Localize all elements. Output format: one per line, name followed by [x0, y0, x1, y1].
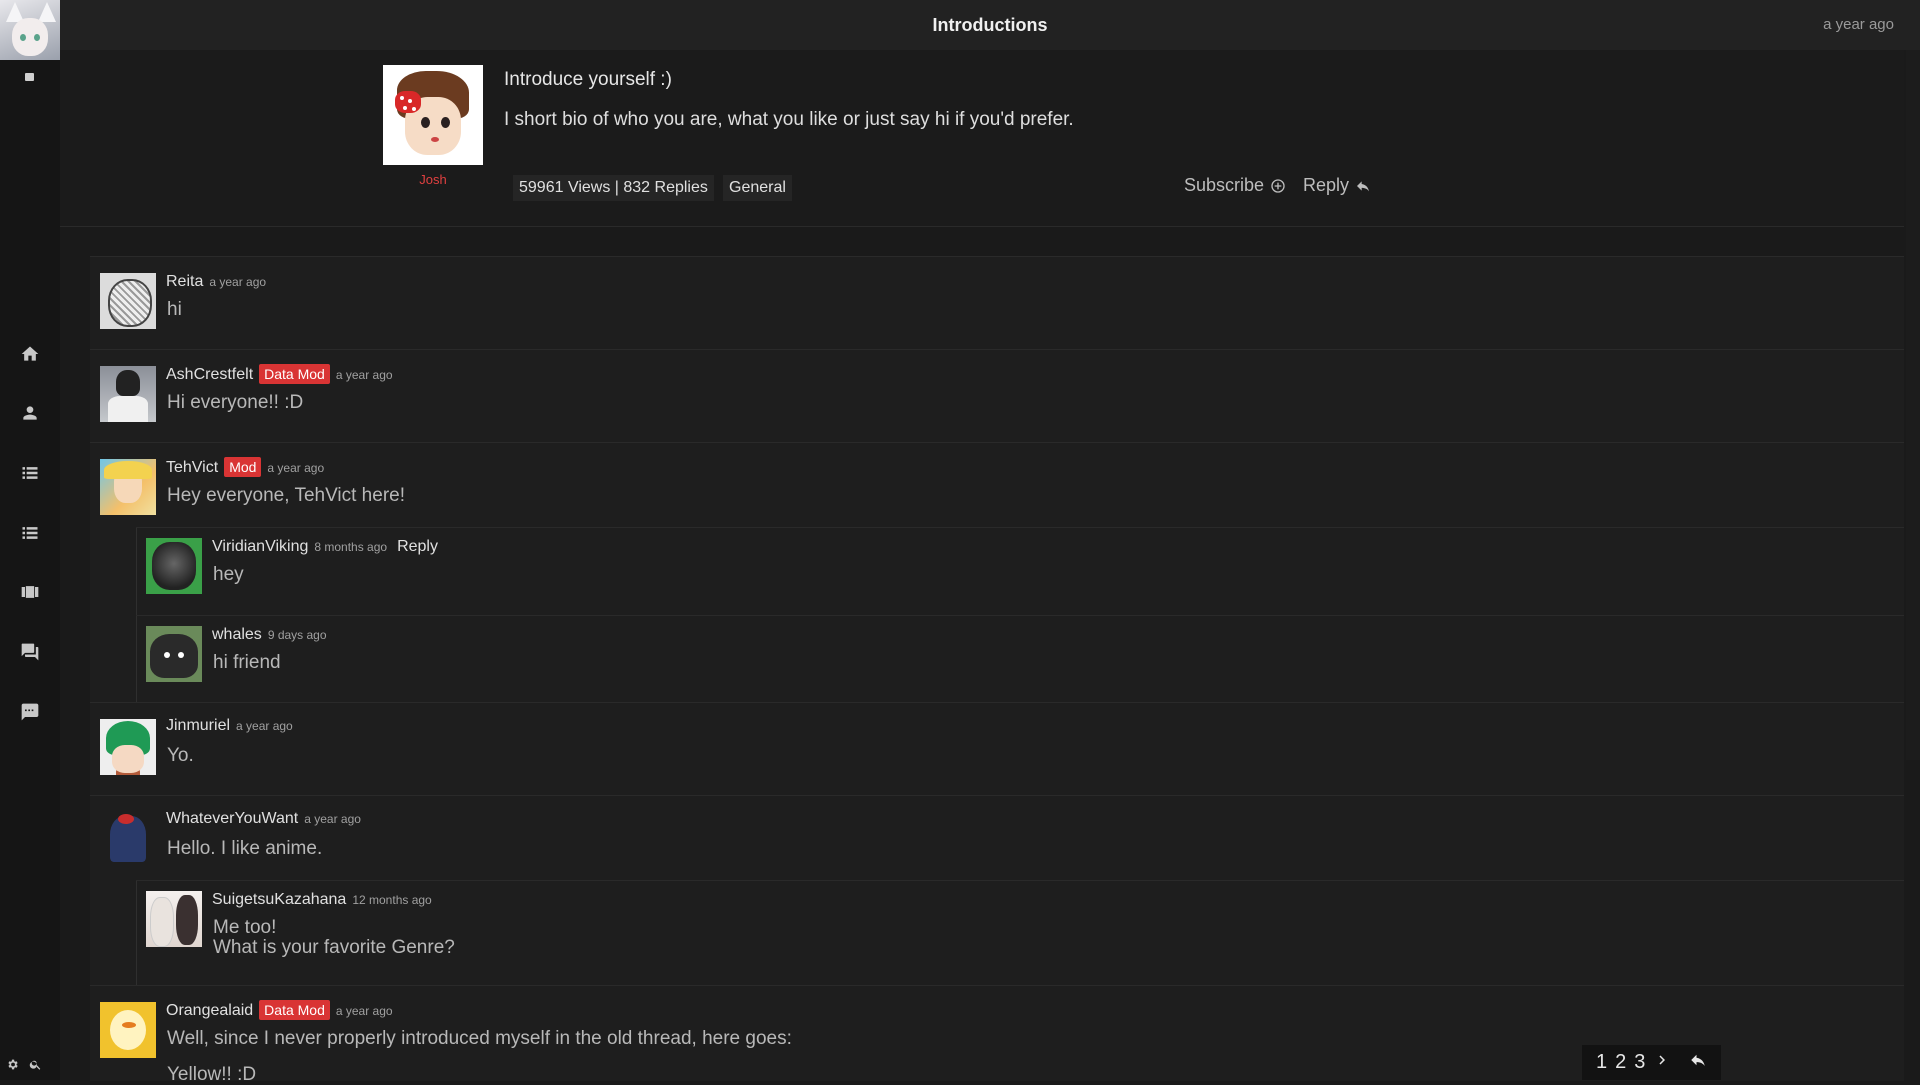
forum-icon[interactable] [18, 640, 42, 664]
comment-header: ViridianViking 8 months ago Reply [212, 538, 438, 556]
page-title: Introductions [932, 14, 1048, 35]
comment-author[interactable]: whales [212, 626, 262, 643]
comment-time: a year ago [209, 275, 267, 289]
next-page-icon[interactable] [1653, 1051, 1671, 1075]
comment-header: Orangealaid Data Mod a year ago [166, 1000, 393, 1020]
comment-header: Jinmuriel a year ago [166, 717, 293, 735]
comment-time: 8 months ago [314, 540, 388, 554]
avatar[interactable] [100, 719, 156, 775]
op-avatar[interactable] [383, 65, 483, 165]
comment: Jinmuriel a year ago Yo. [90, 702, 1904, 796]
comment-author[interactable]: SuigetsuKazahana [212, 891, 346, 908]
op-body: I short bio of who you are, what you lik… [504, 109, 1074, 130]
user-avatar[interactable] [0, 0, 60, 60]
comment-header: WhateverYouWant a year ago [166, 810, 361, 828]
op-category[interactable]: General [723, 175, 792, 201]
comment-header: TehVict Mod a year ago [166, 457, 324, 477]
reply-icon [1357, 180, 1370, 191]
reply-icon[interactable] [1689, 1051, 1707, 1075]
comment: Reita a year ago hi [90, 256, 1904, 350]
comment-thread: WhateverYouWant a year ago Hello. I like … [90, 795, 1904, 986]
avatar[interactable] [146, 891, 202, 947]
chat-icon[interactable] [18, 700, 42, 724]
comment-text: Hello. I like anime. [167, 838, 323, 859]
top-bar: Introductions a year ago [60, 0, 1920, 50]
comment-time: a year ago [304, 812, 361, 826]
comment-text: Me too! [213, 917, 277, 938]
reply-label: Reply [1303, 175, 1350, 195]
library-icon[interactable] [18, 580, 42, 604]
thread-time: a year ago [1823, 16, 1894, 33]
scrollbar[interactable] [1906, 50, 1920, 760]
reply-comment: ViridianViking 8 months ago Reply hey [136, 527, 1904, 616]
page-2[interactable]: 2 [1615, 1051, 1626, 1074]
home-icon[interactable] [18, 342, 42, 366]
comment-header: SuigetsuKazahana 12 months ago [212, 891, 432, 909]
subscribe-button[interactable]: Subscribe [1184, 175, 1286, 196]
role-badge: Data Mod [259, 364, 330, 384]
original-post: Josh Introduce yourself :) I short bio o… [60, 50, 1904, 227]
pagination: 1 2 3 [1582, 1045, 1722, 1080]
comment-time: a year ago [335, 368, 393, 382]
comment-text: Hi everyone!! :D [167, 392, 304, 413]
avatar[interactable] [100, 812, 156, 868]
comment-text: Well, since I never properly introduced … [167, 1028, 792, 1049]
sidebar [0, 0, 60, 1080]
search-icon[interactable] [29, 1058, 42, 1076]
comment-author[interactable]: ViridianViking [212, 538, 308, 555]
list-icon[interactable] [18, 461, 42, 485]
comment-text-line-2: What is your favorite Genre? [213, 937, 455, 958]
comment-text: hey [213, 564, 244, 585]
comment-text: hi friend [213, 652, 281, 673]
comment-author[interactable]: Orangealaid [166, 1002, 253, 1019]
comment-header: whales 9 days ago [212, 626, 327, 644]
reply-comment: whales 9 days ago hi friend [136, 615, 1904, 704]
reply-button[interactable]: Reply [1303, 175, 1371, 196]
notification-icon[interactable] [25, 73, 34, 81]
avatar[interactable] [146, 626, 202, 682]
avatar[interactable] [146, 538, 202, 594]
subscribe-label: Subscribe [1184, 175, 1265, 195]
user-icon[interactable] [18, 401, 42, 425]
comment-text: hi [167, 299, 182, 320]
comment-author[interactable]: WhateverYouWant [166, 810, 298, 827]
reply-link[interactable]: Reply [397, 538, 438, 555]
op-stats: 59961 Views | 832 Replies [513, 175, 714, 201]
comment-text: Hey everyone, TehVict here! [167, 485, 405, 506]
op-author[interactable]: Josh [383, 172, 483, 187]
comment-time: 12 months ago [352, 893, 432, 907]
page-3[interactable]: 3 [1634, 1051, 1645, 1074]
comment-author[interactable]: TehVict [166, 459, 218, 476]
reply-comment: SuigetsuKazahana 12 months ago Me too! Wh… [136, 880, 1904, 987]
comment-author[interactable]: Jinmuriel [166, 717, 230, 734]
comment-time: a year ago [267, 461, 325, 475]
comment-time: a year ago [335, 1004, 393, 1018]
comment-thread: TehVict Mod a year ago Hey everyone, TehVi… [90, 442, 1904, 703]
avatar[interactable] [100, 459, 156, 515]
comment-author[interactable]: Reita [166, 273, 203, 290]
role-badge: Data Mod [259, 1000, 330, 1020]
comment-header: Reita a year ago [166, 273, 266, 291]
avatar[interactable] [100, 273, 156, 329]
avatar[interactable] [100, 1002, 156, 1058]
settings-icon[interactable] [6, 1058, 19, 1076]
avatar[interactable] [100, 366, 156, 422]
comment-text: Yo. [167, 745, 194, 766]
add-circle-icon [1271, 178, 1285, 193]
comment-time: a year ago [236, 719, 293, 733]
comment: AshCrestfelt Data Mod a year ago Hi everyo… [90, 349, 1904, 443]
comment-author[interactable]: AshCrestfelt [166, 366, 253, 383]
op-title: Introduce yourself :) [504, 69, 672, 90]
comment-header: AshCrestfelt Data Mod a year ago [166, 364, 393, 384]
list-alt-icon[interactable] [18, 521, 42, 545]
page-1[interactable]: 1 [1596, 1051, 1607, 1074]
role-badge: Mod [224, 457, 262, 477]
comment-text-line-2: Yellow!! :D [167, 1064, 257, 1085]
comment-time: 9 days ago [267, 628, 327, 642]
